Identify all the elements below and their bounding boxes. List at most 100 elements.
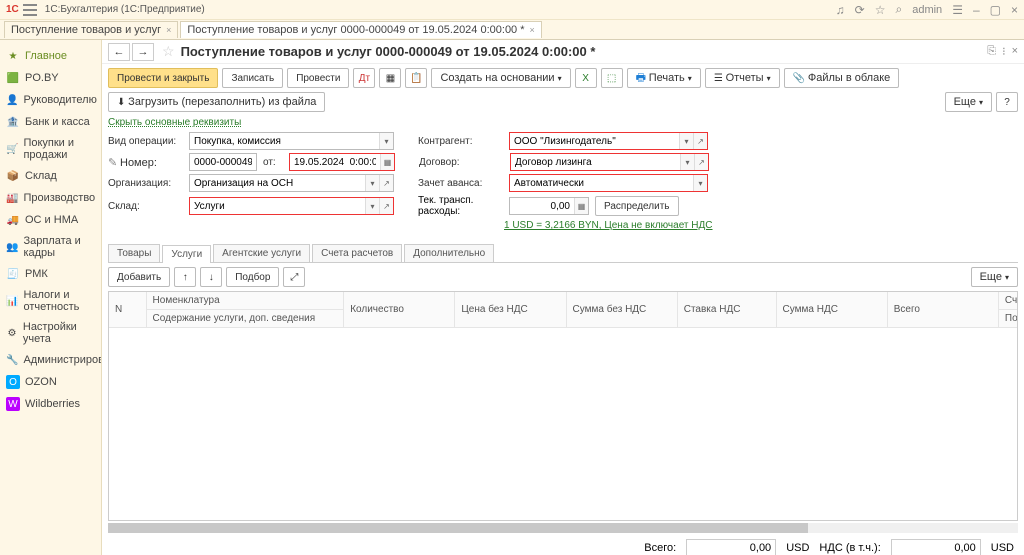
app-logo: 1С — [6, 4, 19, 15]
warehouse-field[interactable]: ▾↗ — [189, 197, 394, 215]
total-currency: USD — [786, 542, 809, 554]
close-icon[interactable]: × — [530, 25, 535, 35]
sidebar-item-wb[interactable]: WWildberries — [0, 393, 101, 415]
tab-extra[interactable]: Дополнительно — [404, 244, 494, 262]
sidebar-item-poby[interactable]: 🟩PO.BY — [0, 67, 101, 89]
star-icon[interactable]: ☆ — [162, 43, 175, 60]
sidebar-item-pos[interactable]: 🧾РМК — [0, 263, 101, 285]
distribute-button[interactable]: Распределить — [595, 196, 679, 216]
down-button[interactable]: ↓ — [200, 267, 222, 287]
advance-field[interactable]: ▾ — [509, 174, 708, 192]
sidebar-item-settings[interactable]: ⚙Настройки учета — [0, 317, 101, 349]
sidebar-item-ozon[interactable]: ОOZON — [0, 371, 101, 393]
favorite-icon[interactable]: ☆ — [875, 3, 886, 17]
tab-goods[interactable]: Товары — [108, 244, 160, 262]
chevron-down-icon[interactable]: ▾ — [365, 175, 379, 191]
reports-button[interactable]: ☰ Отчеты▾ — [705, 68, 780, 88]
sidebar-item-manager[interactable]: 👤Руководителю — [0, 89, 101, 111]
sidebar-item-bank[interactable]: 🏦Банк и касса — [0, 111, 101, 133]
window-tab-0[interactable]: Поступление товаров и услуг× — [4, 21, 178, 38]
col-dept: Подразделение затрат — [998, 310, 1018, 328]
settings-icon[interactable]: ☰ — [952, 3, 963, 17]
counterparty-input[interactable] — [510, 133, 679, 149]
close-icon[interactable]: × — [1012, 45, 1018, 58]
forward-button[interactable]: → — [132, 43, 154, 61]
excel2-button[interactable]: ⬚ — [601, 68, 623, 88]
chevron-down-icon[interactable]: ▾ — [680, 154, 694, 170]
sidebar-item-tax[interactable]: 📊Налоги и отчетность — [0, 285, 101, 317]
copy-button[interactable]: 📋 — [405, 68, 427, 88]
print-button[interactable]: 🖶 Печать▾ — [627, 68, 701, 88]
files-button[interactable]: 📎 Файлы в облаке — [784, 68, 900, 88]
link-icon[interactable]: ⎘ — [987, 45, 996, 58]
op-type-input[interactable] — [190, 133, 379, 149]
date-field[interactable]: ▦ — [289, 153, 395, 171]
history-icon[interactable]: ⟳ — [855, 3, 865, 17]
menu-icon[interactable] — [23, 4, 37, 16]
back-button[interactable]: ← — [108, 43, 130, 61]
open-icon[interactable]: ↗ — [694, 154, 708, 170]
help-button[interactable]: ? — [996, 92, 1018, 112]
sidebar-item-admin[interactable]: 🔧Администрирование — [0, 349, 101, 371]
tab-services[interactable]: Услуги — [162, 245, 211, 263]
h-scrollbar[interactable] — [108, 523, 1018, 533]
sidebar-item-main[interactable]: ★Главное — [0, 45, 101, 67]
sidebar-item-label: Руководителю — [23, 94, 96, 106]
create-based-button[interactable]: Создать на основании▾ — [431, 68, 570, 88]
load-button[interactable]: ⬇ Загрузить (перезаполнить) из файла — [108, 92, 325, 112]
tab-agent[interactable]: Агентские услуги — [213, 244, 310, 262]
post-button[interactable]: Провести — [287, 68, 349, 88]
structure-button[interactable]: ▦ — [379, 68, 401, 88]
contract-input[interactable] — [511, 154, 680, 170]
hide-main-link[interactable]: Скрыть основные реквизиты — [102, 117, 241, 128]
services-table[interactable]: N Номенклатура Количество Цена без НДС С… — [108, 291, 1018, 521]
warehouse-input[interactable] — [190, 198, 365, 214]
dt-kt-button[interactable]: Дт — [353, 68, 375, 88]
minimize-icon[interactable]: – — [973, 3, 980, 17]
sidebar-item-warehouse[interactable]: 📦Склад — [0, 165, 101, 187]
counterparty-field[interactable]: ▾↗ — [509, 132, 708, 150]
date-input[interactable] — [290, 154, 380, 170]
expand-button[interactable]: ⤢ — [283, 267, 305, 287]
post-close-button[interactable]: Провести и закрыть — [108, 68, 218, 88]
op-type-field[interactable]: ▾ — [189, 132, 394, 150]
sidebar-item-assets[interactable]: 🚚ОС и НМА — [0, 209, 101, 231]
calc-icon[interactable]: ▦ — [574, 198, 588, 214]
open-icon[interactable]: ↗ — [379, 175, 393, 191]
detach-icon[interactable]: ⁝ — [1002, 45, 1006, 58]
rate-link[interactable]: 1 USD = 3,2166 BYN, Цена не включает НДС — [504, 220, 713, 231]
chevron-down-icon[interactable]: ▾ — [365, 198, 379, 214]
user-name[interactable]: admin — [912, 4, 942, 16]
more-button[interactable]: Еще▾ — [971, 267, 1018, 287]
open-icon[interactable]: ↗ — [693, 133, 707, 149]
transport-input[interactable] — [510, 198, 574, 214]
sidebar-item-salary[interactable]: 👥Зарплата и кадры — [0, 231, 101, 263]
number-input[interactable] — [190, 154, 256, 170]
org-input[interactable] — [190, 175, 365, 191]
chevron-down-icon[interactable]: ▾ — [679, 133, 693, 149]
chevron-down-icon[interactable]: ▾ — [379, 133, 393, 149]
tab-accounts[interactable]: Счета расчетов — [312, 244, 402, 262]
calendar-icon[interactable]: ▦ — [380, 154, 394, 170]
more-button[interactable]: Еще▾ — [945, 92, 992, 112]
close-icon[interactable]: × — [1011, 3, 1018, 17]
pick-button[interactable]: Подбор — [226, 267, 279, 287]
add-button[interactable]: Добавить — [108, 267, 170, 287]
open-icon[interactable]: ↗ — [379, 198, 393, 214]
sidebar-item-sales[interactable]: 🛒Покупки и продажи — [0, 133, 101, 165]
up-button[interactable]: ↑ — [174, 267, 196, 287]
close-icon[interactable]: × — [166, 25, 171, 35]
advance-input[interactable] — [510, 175, 693, 191]
bell-icon[interactable]: ♫ — [836, 3, 845, 17]
sidebar-item-production[interactable]: 🏭Производство — [0, 187, 101, 209]
number-field[interactable] — [189, 153, 257, 171]
window-tab-1[interactable]: Поступление товаров и услуг 0000-000049 … — [180, 21, 541, 38]
maximize-icon[interactable]: ▢ — [990, 3, 1001, 17]
chevron-down-icon[interactable]: ▾ — [693, 175, 707, 191]
contract-field[interactable]: ▾↗ — [510, 153, 709, 171]
write-button[interactable]: Записать — [222, 68, 283, 88]
search-icon[interactable]: ⌕ — [895, 2, 902, 17]
excel-button[interactable]: X — [575, 68, 597, 88]
transport-field[interactable]: ▦ — [509, 197, 589, 215]
org-field[interactable]: ▾↗ — [189, 174, 394, 192]
